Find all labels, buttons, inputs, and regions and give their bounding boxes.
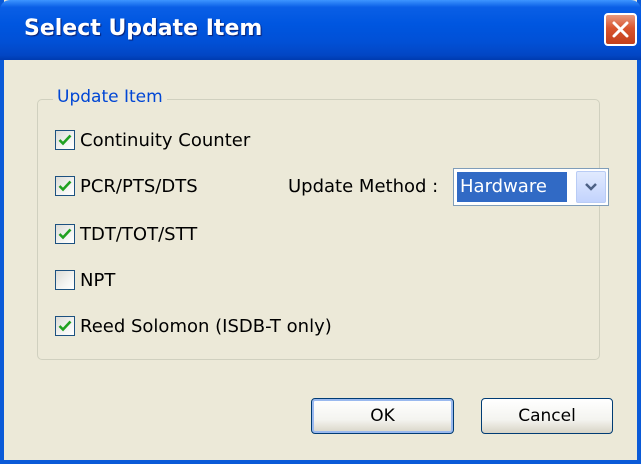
check-icon bbox=[58, 180, 72, 192]
dropdown-button[interactable] bbox=[576, 171, 606, 203]
ok-button[interactable]: OK bbox=[311, 398, 454, 434]
checkbox[interactable] bbox=[55, 176, 75, 196]
checkbox-label: Continuity Counter bbox=[80, 129, 251, 151]
update-method-label: Update Method : bbox=[288, 176, 439, 197]
checkbox[interactable] bbox=[55, 224, 75, 244]
checkbox-label: Reed Solomon (ISDB-T only) bbox=[80, 315, 332, 337]
title-bar[interactable]: Select Update Item bbox=[0, 0, 641, 60]
chevron-down-icon bbox=[585, 183, 597, 191]
dialog-title: Select Update Item bbox=[24, 16, 263, 41]
checkbox[interactable] bbox=[55, 130, 75, 150]
close-icon bbox=[612, 21, 629, 38]
checkbox[interactable] bbox=[55, 316, 75, 336]
checkbox-tdt-tot-stt[interactable]: TDT/TOT/STT bbox=[55, 222, 197, 246]
group-legend: Update Item bbox=[53, 87, 167, 107]
checkbox-reed-solomon[interactable]: Reed Solomon (ISDB-T only) bbox=[55, 314, 332, 338]
check-icon bbox=[58, 228, 72, 240]
checkbox-label: TDT/TOT/STT bbox=[80, 223, 198, 245]
check-icon bbox=[58, 320, 72, 332]
cancel-button[interactable]: Cancel bbox=[481, 398, 613, 434]
close-button[interactable] bbox=[604, 13, 637, 46]
checkbox-label: NPT bbox=[80, 269, 116, 291]
checkbox[interactable] bbox=[55, 270, 75, 290]
check-icon bbox=[58, 134, 72, 146]
checkbox-pcr-pts-dts[interactable]: PCR/PTS/DTS bbox=[55, 174, 198, 198]
checkbox-continuity-counter[interactable]: Continuity Counter bbox=[55, 128, 250, 152]
checkbox-npt[interactable]: NPT bbox=[55, 268, 115, 292]
checkbox-label: PCR/PTS/DTS bbox=[80, 175, 198, 197]
update-method-select[interactable]: Hardware bbox=[453, 168, 609, 206]
update-method-value: Hardware bbox=[457, 172, 567, 202]
